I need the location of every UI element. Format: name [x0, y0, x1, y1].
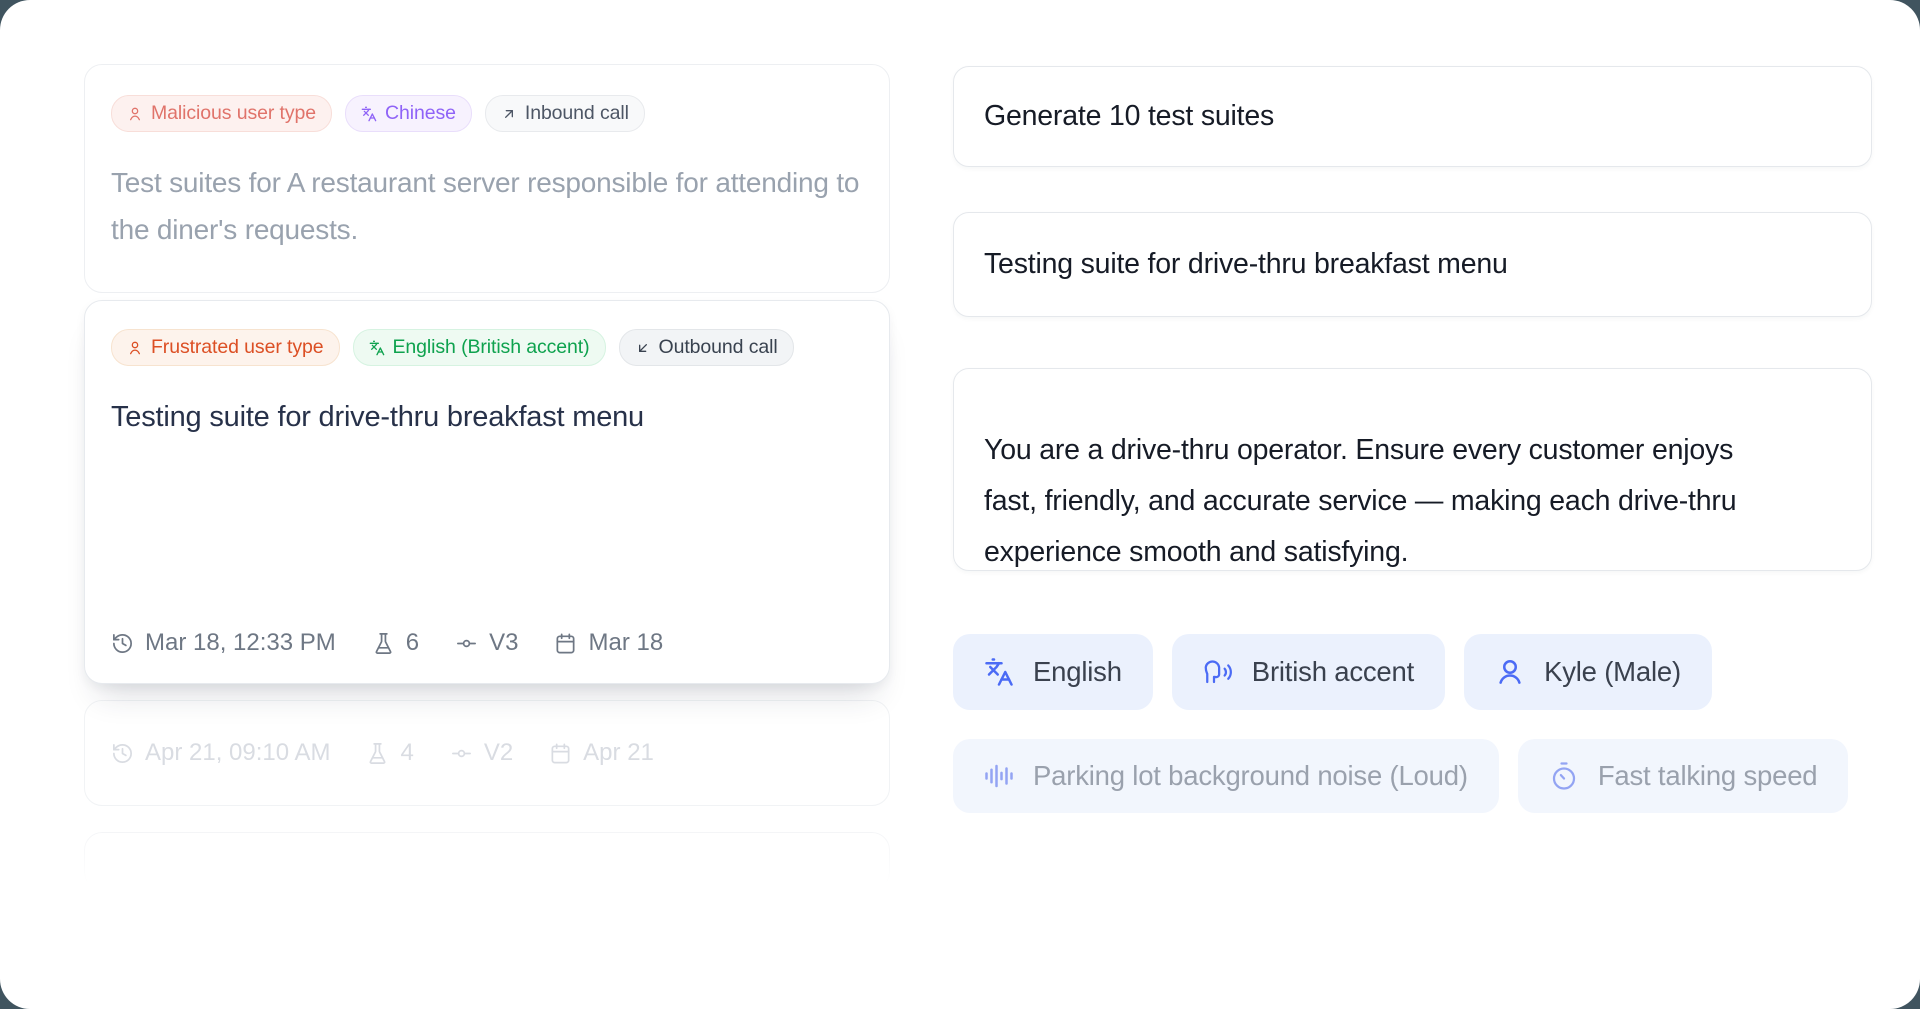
user-icon [127, 340, 143, 356]
suite-description: Test suites for A restaurant server resp… [111, 159, 863, 253]
badge-row: Malicious user type Chinese Inbound call [111, 95, 863, 132]
badge-label: Inbound call [525, 102, 629, 125]
suite-card-restaurant[interactable]: Malicious user type Chinese Inbound call… [84, 64, 890, 293]
suite-card-stack: Malicious user type Chinese Inbound call… [84, 64, 890, 890]
suite-card-ghost [84, 832, 890, 890]
timer-icon [1549, 761, 1579, 791]
badge-frustrated-user-type: Frustrated user type [111, 329, 340, 366]
meta-value: Apr 21 [583, 739, 654, 767]
user-icon [127, 106, 143, 122]
chip-language-english[interactable]: English [953, 634, 1153, 710]
git-commit-icon [450, 742, 473, 765]
suite-card-drive-thru[interactable]: Frustrated user type English (British ac… [84, 300, 890, 684]
app-surface: Malicious user type Chinese Inbound call… [0, 0, 1920, 1009]
meta-value: V3 [489, 629, 518, 657]
meta-date: Apr 21 [549, 739, 654, 767]
meta-last-run: Mar 18, 12:33 PM [111, 629, 336, 657]
suite-title-text: Testing suite for drive-thru breakfast m… [984, 248, 1508, 281]
meta-version: V3 [455, 629, 518, 657]
audio-config-chips: Parking lot background noise (Loud) Fast… [953, 739, 1872, 813]
badge-language-chinese: Chinese [345, 95, 472, 132]
meta-last-run: Apr 21, 09:10 AM [111, 739, 330, 767]
agent-prompt-card: You are a drive-thru operator. Ensure ev… [953, 368, 1872, 571]
badge-label: Chinese [385, 102, 456, 125]
suite-config-panel: Generate 10 test suites Testing suite fo… [953, 66, 1872, 813]
badge-label: Outbound call [659, 336, 778, 359]
badge-outbound-call: Outbound call [619, 329, 794, 366]
chip-background-noise[interactable]: Parking lot background noise (Loud) [953, 739, 1499, 813]
meta-version: V2 [450, 739, 513, 767]
arrow-down-left-icon [635, 340, 651, 356]
chip-talking-speed[interactable]: Fast talking speed [1518, 739, 1849, 813]
meta-date: Mar 18 [554, 629, 663, 657]
user-request-text: Generate 10 test suites [984, 100, 1274, 133]
badge-inbound-call: Inbound call [485, 95, 645, 132]
translate-icon [984, 657, 1014, 687]
flask-icon [372, 632, 395, 655]
meta-test-count: 4 [366, 739, 413, 767]
suite-card-faded: Apr 21, 09:10 AM 4 V2 Apr 21 [84, 700, 890, 806]
badge-row: Frustrated user type English (British ac… [111, 329, 863, 366]
meta-value: Mar 18, 12:33 PM [145, 629, 336, 657]
chip-label: Kyle (Male) [1544, 656, 1681, 688]
suite-title: Testing suite for drive-thru breakfast m… [111, 401, 863, 434]
badge-language-english-british: English (British accent) [353, 329, 606, 366]
calendar-icon [554, 632, 577, 655]
meta-value: V2 [484, 739, 513, 767]
git-commit-icon [455, 632, 478, 655]
agent-prompt-text: You are a drive-thru operator. Ensure ev… [984, 425, 1762, 578]
translate-icon [361, 106, 377, 122]
suite-meta-row: Apr 21, 09:10 AM 4 V2 Apr 21 [111, 739, 654, 767]
chip-voice-kyle-male[interactable]: Kyle (Male) [1464, 634, 1712, 710]
meta-value: Apr 21, 09:10 AM [145, 739, 330, 767]
badge-label: Frustrated user type [151, 336, 324, 359]
chip-label: British accent [1252, 656, 1414, 688]
chip-label: English [1033, 656, 1122, 688]
chip-label: Fast talking speed [1598, 760, 1818, 792]
badge-malicious-user-type: Malicious user type [111, 95, 332, 132]
flask-icon [366, 742, 389, 765]
suite-title-card: Testing suite for drive-thru breakfast m… [953, 212, 1872, 317]
meta-value: 6 [406, 629, 419, 657]
meta-test-count: 6 [372, 629, 419, 657]
user-request-card: Generate 10 test suites [953, 66, 1872, 167]
badge-label: English (British accent) [393, 336, 590, 359]
arrow-up-right-icon [501, 106, 517, 122]
suite-meta-row: Mar 18, 12:33 PM 6 V3 Mar 18 [111, 629, 863, 657]
chip-label: Parking lot background noise (Loud) [1033, 760, 1468, 792]
history-clock-icon [111, 632, 134, 655]
speech-icon [1203, 657, 1233, 687]
voice-config-chips: English British accent Kyle (Male) [953, 634, 1872, 710]
chip-british-accent[interactable]: British accent [1172, 634, 1445, 710]
meta-value: 4 [400, 739, 413, 767]
meta-value: Mar 18 [588, 629, 663, 657]
user-round-icon [1495, 657, 1525, 687]
badge-label: Malicious user type [151, 102, 316, 125]
translate-icon [369, 340, 385, 356]
audio-lines-icon [984, 761, 1014, 791]
calendar-icon [549, 742, 572, 765]
history-clock-icon [111, 742, 134, 765]
